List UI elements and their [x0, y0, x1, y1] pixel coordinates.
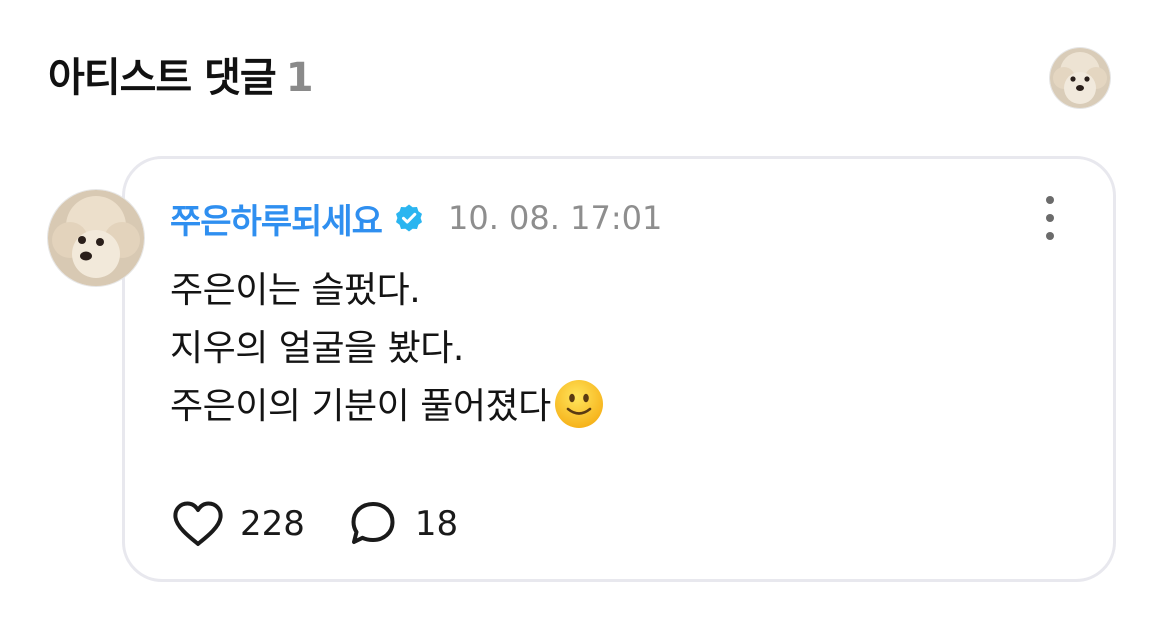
reply-count: 18: [414, 504, 459, 544]
more-dot: [1046, 214, 1054, 222]
comment-line-text: 주은이의 기분이 풀어졌다: [170, 386, 551, 427]
author-avatar[interactable]: [48, 190, 144, 286]
section-title-label: 아티스트 댓글: [48, 55, 277, 101]
author-name[interactable]: 쭈은하루되세요: [170, 194, 383, 243]
section-title: 아티스트 댓글 1: [48, 52, 314, 104]
slightly-smiling-face-icon: [553, 378, 605, 430]
more-dot: [1046, 196, 1054, 204]
more-vertical-icon[interactable]: [1036, 196, 1064, 240]
artist-avatar[interactable]: [1050, 48, 1110, 108]
comment-count: 1: [285, 55, 314, 101]
like-count: 228: [240, 504, 305, 544]
speech-bubble-icon: [345, 499, 401, 549]
comment-line: 지우의 얼굴을 봤다.: [170, 328, 464, 369]
like-button[interactable]: 228: [170, 499, 305, 549]
comment-actions: 228 18: [170, 496, 458, 552]
comment-timestamp: 10. 08. 17:01: [447, 199, 663, 237]
comment-line: 주은이는 슬펐다.: [170, 270, 421, 311]
comment-line-last: 주은이의 기분이 풀어졌다: [170, 378, 930, 436]
comment-text: 주은이는 슬펐다. 지우의 얼굴을 봤다. 주은이의 기분이 풀어졌다: [170, 262, 930, 436]
reply-button[interactable]: 18: [345, 499, 458, 549]
dog-avatar-icon: [1050, 48, 1110, 108]
dog-avatar-icon: [48, 190, 144, 286]
page: 아티스트 댓글 1 쭈은하루되세요 10. 08. 17:01 주은이는 슬펐다…: [0, 0, 1170, 624]
verified-badge-icon: [394, 203, 424, 233]
more-dot: [1046, 232, 1054, 240]
heart-icon: [170, 499, 226, 549]
comment-meta: 쭈은하루되세요 10. 08. 17:01: [170, 194, 663, 243]
